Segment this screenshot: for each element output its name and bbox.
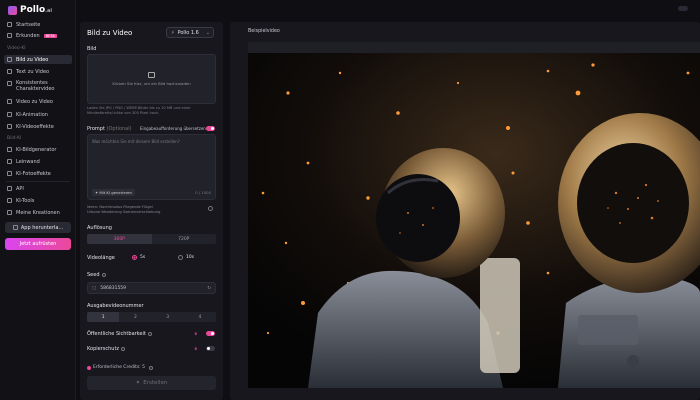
- canvas-icon: [7, 159, 12, 164]
- code-icon: [7, 186, 12, 191]
- sidebar-item-home[interactable]: Startseite: [4, 20, 72, 29]
- picture-icon: [7, 147, 12, 152]
- model-select[interactable]: ⚡ Pollo 1.6 ⌄: [166, 27, 214, 38]
- credit-icon: [87, 365, 91, 370]
- info-icon: [121, 346, 126, 351]
- sidebar-item-text-to-video[interactable]: Text zu Video: [4, 67, 72, 76]
- beta-badge: BETA: [43, 33, 57, 38]
- output-option-2[interactable]: 2: [119, 312, 151, 322]
- prompt-label: Prompt (Optional): [87, 126, 132, 132]
- home-icon: [7, 22, 12, 27]
- radio-icon: [178, 255, 183, 260]
- sidebar-divider: [6, 181, 70, 182]
- info-icon: [149, 365, 153, 370]
- sidebar-item-ai-video-effects[interactable]: KI-Videoeffekte: [4, 122, 72, 131]
- section-image-ai: Bild-KI: [7, 136, 22, 141]
- output-option-4[interactable]: 4: [184, 312, 216, 322]
- sidebar-item-video-to-video[interactable]: Video zu Video: [4, 97, 72, 106]
- char-counter: 0 / 1500: [195, 190, 211, 195]
- length-option-5s[interactable]: 5s: [132, 255, 145, 260]
- sidebar: Pollo.ai Startseite Erkunden BETA Video-…: [0, 0, 76, 400]
- output-count-label: Ausgabevideonummer: [87, 303, 144, 309]
- lock-icon: ▢: [92, 285, 97, 291]
- video-icon: [7, 99, 12, 104]
- tools-icon: [7, 198, 12, 203]
- sidebar-item-canvas[interactable]: Leinwand: [4, 157, 72, 166]
- crown-icon: ♛: [194, 346, 198, 351]
- sidebar-item-ai-photo-effects[interactable]: KI-Fotoeffekte: [4, 169, 72, 178]
- sidebar-item-ai-animation[interactable]: KI-Animation: [4, 110, 72, 119]
- image-icon: [7, 57, 12, 62]
- resolution-option-720p[interactable]: 720P: [152, 234, 217, 244]
- folder-icon: [7, 210, 12, 215]
- sidebar-item-my-creations[interactable]: Meine Kreationen: [4, 208, 72, 217]
- ai-generate-button[interactable]: ✦ Mit KI generieren: [92, 189, 135, 196]
- output-count-selector: 1 2 3 4: [87, 312, 216, 322]
- public-visibility-label: Öffentliche Sichtbarkeit: [87, 331, 152, 337]
- preview-header-strip: [248, 42, 700, 53]
- copy-protection-toggle[interactable]: [206, 346, 215, 351]
- sidebar-item-image-to-video[interactable]: Bild zu Video: [4, 55, 72, 64]
- prompt-ideas[interactable]: Ideen: Nachtmodus Fliegende Flügel Urban…: [87, 205, 160, 215]
- translate-label: Eingabeaufforderung übersetzen: [140, 126, 206, 131]
- output-option-1[interactable]: 1: [87, 312, 120, 322]
- image-label: Bild: [87, 46, 97, 52]
- public-visibility-toggle[interactable]: [206, 331, 215, 336]
- chevron-down-icon: ⌄: [205, 29, 210, 36]
- download-icon: [12, 225, 18, 230]
- panel-title: Bild zu Video: [87, 29, 133, 37]
- crown-icon: ♛: [194, 331, 198, 336]
- image-upload-area[interactable]: Klicken Sie hier, um ein Bild hochzulade…: [87, 54, 216, 104]
- sidebar-item-consistent-character[interactable]: Konsistentes Charaktervideo: [4, 79, 66, 94]
- seed-input[interactable]: ▢ 586831559 ↻: [87, 282, 216, 294]
- top-right-control[interactable]: [678, 6, 688, 11]
- sample-video[interactable]: [248, 53, 700, 388]
- upload-hint: Laden Sie JPG / PNG / WEBP-Bilder bis zu…: [87, 106, 191, 115]
- sparkle-icon: [7, 112, 12, 117]
- sidebar-item-ai-image-generator[interactable]: KI-Bildgenerator: [4, 145, 72, 154]
- resolution-label: Auflösung: [87, 225, 112, 231]
- astronauts-illustration: [248, 53, 700, 388]
- prompt-input[interactable]: Was möchten Sie mit diesem Bild erstelle…: [87, 134, 216, 200]
- text-icon: [7, 69, 12, 74]
- length-label: Videolänge: [87, 255, 115, 261]
- upgrade-button[interactable]: Jetzt aufrüsten: [5, 238, 71, 250]
- create-button[interactable]: ✦ Erstellen: [87, 376, 216, 390]
- sidebar-item-explore[interactable]: Erkunden BETA: [4, 31, 72, 40]
- model-icon: ⚡: [171, 29, 175, 36]
- logo-icon: [8, 5, 17, 15]
- refresh-ideas-icon[interactable]: [208, 206, 213, 211]
- user-icon: [7, 81, 12, 86]
- sparkle-icon: ✦: [135, 380, 141, 386]
- info-icon: [147, 331, 152, 336]
- resolution-selector: 360P 720P: [87, 234, 216, 244]
- sidebar-item-ai-tools[interactable]: KI-Tools: [4, 196, 72, 205]
- preview-panel: Beispielvideo: [230, 22, 700, 400]
- length-option-10s[interactable]: 10s: [178, 255, 194, 260]
- compass-icon: [7, 33, 12, 38]
- refresh-seed-icon[interactable]: ↻: [207, 286, 211, 291]
- required-credits: Erforderliche Credits: 5: [87, 365, 153, 370]
- output-option-3[interactable]: 3: [152, 312, 184, 322]
- radio-selected-icon: [132, 255, 137, 260]
- generation-panel: Bild zu Video ⚡ Pollo 1.6 ⌄ Bild Klicken…: [80, 22, 223, 400]
- upload-icon: [148, 72, 155, 78]
- effects-icon: [7, 171, 12, 176]
- copy-protection-label: Kopierschutz: [87, 346, 126, 352]
- logo[interactable]: Pollo.ai: [8, 5, 52, 15]
- seed-label: Seed: [87, 272, 106, 278]
- magic-icon: [7, 124, 12, 129]
- info-icon: [101, 272, 106, 277]
- preview-label: Beispielvideo: [248, 29, 280, 34]
- section-video-ai: Video-KI: [7, 46, 26, 51]
- translate-toggle[interactable]: [206, 126, 215, 131]
- sidebar-item-api[interactable]: API: [4, 184, 72, 193]
- download-app-button[interactable]: App herunterla...: [5, 222, 71, 233]
- resolution-option-360p[interactable]: 360P: [87, 234, 152, 244]
